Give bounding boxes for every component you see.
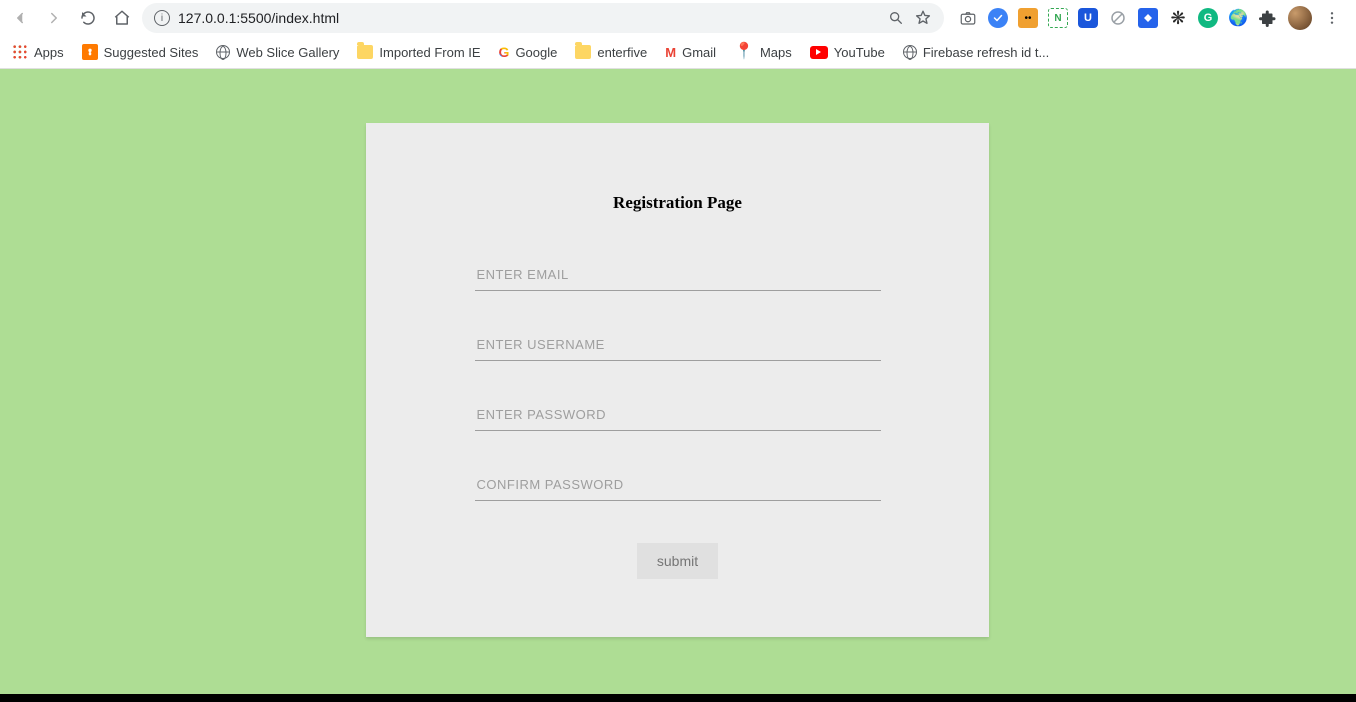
blue-diamond-ext-icon[interactable]: [1138, 8, 1158, 28]
browser-toolbar: i 127.0.0.1:5500/index.html •• N U ❋ G 🌍: [0, 0, 1356, 36]
username-input[interactable]: [475, 329, 881, 361]
home-icon: [113, 9, 131, 27]
robot-ext-icon[interactable]: ••: [1018, 8, 1038, 28]
globe-icon: [216, 45, 230, 59]
orange-square-icon: [82, 44, 98, 60]
globe-color-ext-icon[interactable]: 🌍: [1228, 8, 1248, 28]
bookmark-imported-ie[interactable]: Imported From IE: [357, 45, 480, 60]
bookmark-gmail[interactable]: M Gmail: [665, 45, 716, 60]
bookmark-label: YouTube: [834, 45, 885, 60]
profile-avatar[interactable]: [1288, 6, 1312, 30]
bookmark-star-icon[interactable]: [914, 9, 932, 27]
bookmark-maps[interactable]: 📍 Maps: [734, 44, 792, 60]
bookmark-suggested-sites[interactable]: Suggested Sites: [82, 44, 199, 60]
taskbar-strip: [0, 694, 1356, 702]
google-g-icon: G: [499, 44, 510, 60]
form-title: Registration Page: [613, 193, 742, 213]
bookmark-label: Gmail: [682, 45, 716, 60]
reload-icon: [79, 9, 97, 27]
nav-reload-button[interactable]: [74, 4, 102, 32]
chrome-menu-icon[interactable]: [1322, 8, 1342, 28]
extensions-area: •• N U ❋ G 🌍: [950, 6, 1350, 30]
globe-icon: [903, 45, 917, 59]
bookmark-web-slice[interactable]: Web Slice Gallery: [216, 45, 339, 60]
bookmark-label: Firebase refresh id t...: [923, 45, 1049, 60]
nav-back-button[interactable]: [6, 4, 34, 32]
apps-grid-icon: [12, 44, 28, 60]
bookmark-label: Apps: [34, 45, 64, 60]
bookmark-label: enterfive: [597, 45, 647, 60]
bookmarks-bar: Apps Suggested Sites Web Slice Gallery I…: [0, 36, 1356, 69]
bookmark-label: Google: [515, 45, 557, 60]
arrow-right-icon: [45, 9, 63, 27]
nav-home-button[interactable]: [108, 4, 136, 32]
green-g-ext-icon[interactable]: G: [1198, 8, 1218, 28]
nosign-ext-icon[interactable]: [1108, 8, 1128, 28]
maps-pin-icon: 📍: [734, 44, 754, 60]
confirm-password-field-wrapper: [475, 469, 881, 501]
shield-u-ext-icon[interactable]: U: [1078, 8, 1098, 28]
bookmark-enterfive[interactable]: enterfive: [575, 45, 647, 60]
puzzle-extensions-icon[interactable]: [1258, 8, 1278, 28]
blue-check-ext-icon[interactable]: [988, 8, 1008, 28]
username-field-wrapper: [475, 329, 881, 361]
email-field-wrapper: [475, 259, 881, 291]
registration-card: Registration Page submit: [366, 123, 989, 637]
zoom-icon[interactable]: [888, 10, 904, 26]
nav-forward-button[interactable]: [40, 4, 68, 32]
bookmark-google[interactable]: G Google: [499, 44, 558, 60]
page-viewport: Registration Page submit: [0, 69, 1356, 694]
bookmark-label: Maps: [760, 45, 792, 60]
submit-button[interactable]: submit: [637, 543, 718, 579]
email-input[interactable]: [475, 259, 881, 291]
bookmark-apps[interactable]: Apps: [12, 44, 64, 60]
folder-icon: [575, 45, 591, 59]
url-text: 127.0.0.1:5500/index.html: [178, 10, 880, 26]
folder-icon: [357, 45, 373, 59]
bookmark-label: Suggested Sites: [104, 45, 199, 60]
arrow-left-icon: [11, 9, 29, 27]
youtube-icon: [810, 46, 828, 59]
camera-ext-icon[interactable]: [958, 8, 978, 28]
address-bar[interactable]: i 127.0.0.1:5500/index.html: [142, 3, 944, 33]
bracket-n-ext-icon[interactable]: N: [1048, 8, 1068, 28]
password-input[interactable]: [475, 399, 881, 431]
bookmark-youtube[interactable]: YouTube: [810, 45, 885, 60]
bookmark-label: Imported From IE: [379, 45, 480, 60]
bookmark-firebase[interactable]: Firebase refresh id t...: [903, 45, 1049, 60]
gmail-icon: M: [665, 45, 676, 60]
confirm-password-input[interactable]: [475, 469, 881, 501]
site-info-icon[interactable]: i: [154, 10, 170, 26]
dark-blob-ext-icon[interactable]: ❋: [1168, 8, 1188, 28]
password-field-wrapper: [475, 399, 881, 431]
bookmark-label: Web Slice Gallery: [236, 45, 339, 60]
